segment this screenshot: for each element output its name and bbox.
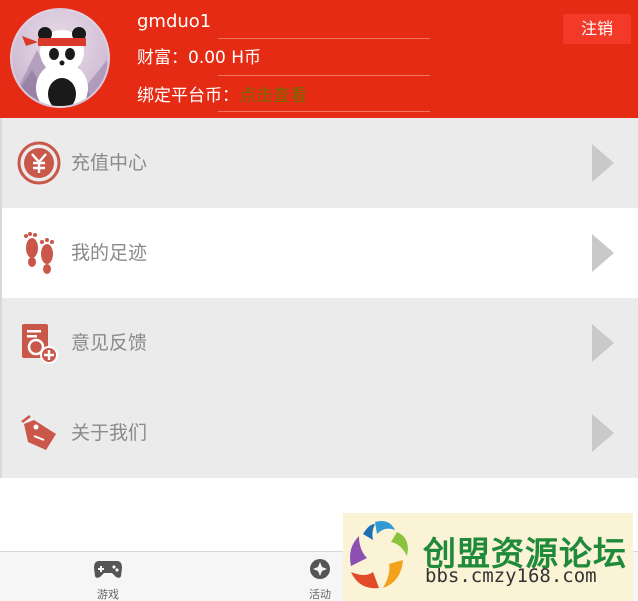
activity-icon [310,559,330,579]
menu-item-feedback[interactable]: 意见反馈 [0,298,638,388]
wealth-balance: 财富：0.00 H币 [137,48,262,68]
panda-avatar-icon [12,27,108,106]
watermark: 创盟资源论坛 bbs.cmzy168.com [343,513,633,601]
app-page: gmduo1 财富：0.00 H币 绑定平台币：点击查看 注销 充值中心 我的足… [0,0,638,601]
menu-item-about-us[interactable]: 关于我们 [0,388,638,478]
username: gmduo1 [137,11,212,32]
divider-line [218,111,430,112]
view-bind-link[interactable]: 点击查看 [239,86,307,106]
tab-activity[interactable]: 活动 [290,558,350,601]
menu-item-footprint[interactable]: 我的足迹 [0,208,638,298]
divider-line [218,38,430,39]
bind-currency-label: 绑定平台币： [137,86,239,106]
gamepad-icon [94,561,122,578]
watermark-url: bbs.cmzy168.com [425,565,597,587]
feedback-icon [22,324,58,364]
logout-button[interactable]: 注销 [563,14,631,44]
chevron-right-icon [592,414,614,452]
menu-item-label: 意见反馈 [71,332,148,354]
footprint-icon [24,232,54,274]
menu-item-label: 充值中心 [71,152,148,174]
chevron-right-icon [592,234,614,272]
tab-games[interactable]: 游戏 [78,558,138,601]
tab-activity-label: 活动 [309,588,331,601]
bind-currency-row: 绑定平台币：点击查看 [137,84,307,108]
tab-games-label: 游戏 [97,588,119,601]
menu-item-recharge[interactable]: 充值中心 [0,118,638,208]
menu-item-label: 我的足迹 [71,242,148,264]
divider-line [218,75,430,76]
forum-logo-icon [350,521,408,589]
chevron-right-icon [592,324,614,362]
avatar[interactable] [10,8,110,108]
about-icon [21,415,56,450]
yuan-icon [17,141,61,185]
profile-header: gmduo1 财富：0.00 H币 绑定平台币：点击查看 注销 [0,0,638,118]
chevron-right-icon [592,144,614,182]
menu-item-label: 关于我们 [71,422,148,444]
